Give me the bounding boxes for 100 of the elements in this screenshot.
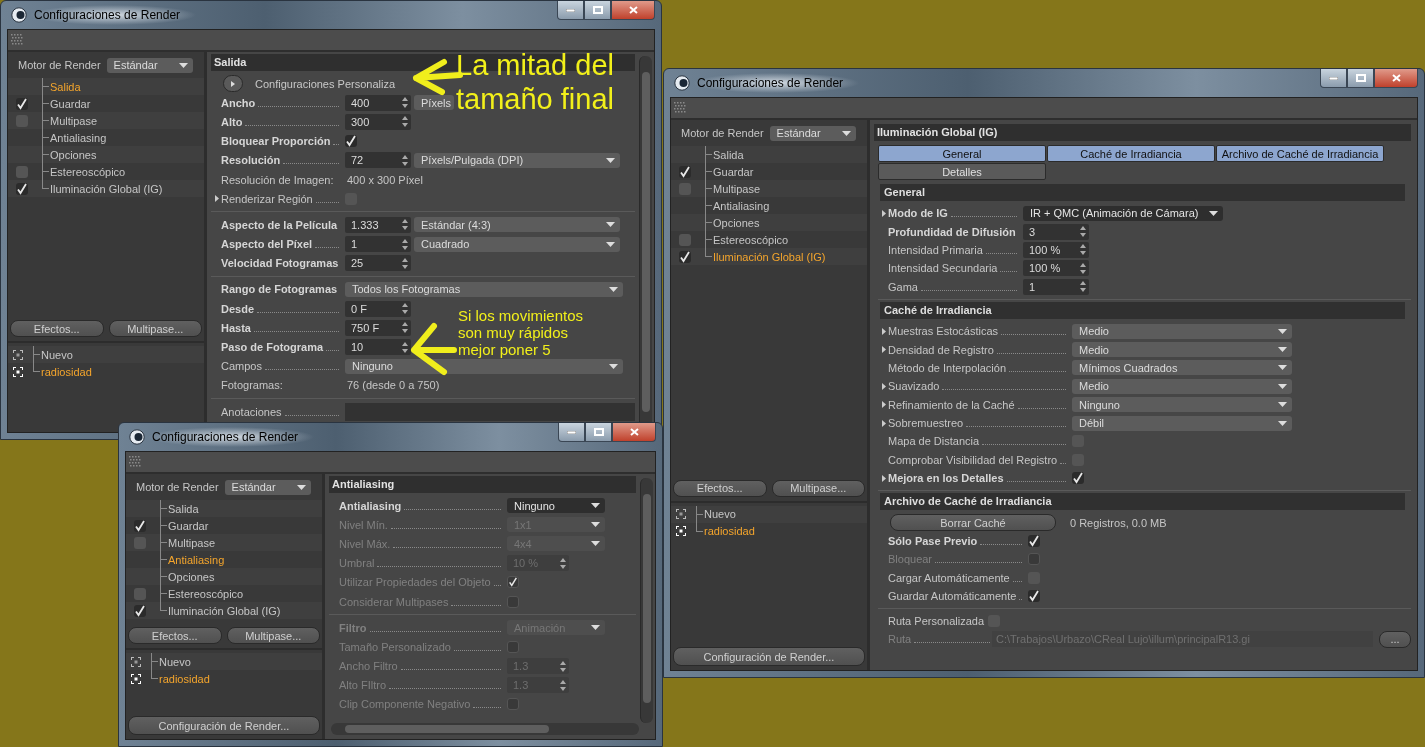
dropdown[interactable]: Medio: [1072, 323, 1292, 339]
checkbox[interactable]: [679, 233, 691, 246]
sidebar-item[interactable]: Multipase: [8, 112, 204, 129]
sidebar-item[interactable]: Antialiasing: [671, 197, 867, 214]
minimize-button[interactable]: [558, 423, 585, 442]
number-field[interactable]: 1: [345, 236, 411, 253]
close-button[interactable]: [611, 1, 655, 20]
sidebar-item[interactable]: Estereoscópico: [671, 231, 867, 248]
sidebar-item[interactable]: Iluminación Global (IG): [671, 248, 867, 265]
action-button[interactable]: Multipase...: [226, 627, 320, 644]
preset-item[interactable]: Nuevo: [671, 505, 867, 523]
field-label: Alto FIltro: [339, 679, 387, 692]
tab[interactable]: Archivo de Caché de Irradiancia: [1216, 145, 1384, 162]
dropdown[interactable]: Estándar: [224, 479, 311, 495]
sphere-icon: [674, 75, 690, 91]
dropdown[interactable]: Todos los Fotogramas: [345, 281, 623, 297]
action-button[interactable]: Multipase...: [108, 320, 202, 337]
minimize-button[interactable]: [1320, 69, 1347, 88]
sidebar-item[interactable]: Estereoscópico: [126, 585, 322, 602]
sidebar-item[interactable]: Antialiasing: [126, 551, 322, 568]
dropdown[interactable]: IR + QMC (Animación de Cámara): [1023, 205, 1223, 221]
preset-item[interactable]: Nuevo: [8, 346, 204, 363]
footer-button[interactable]: Configuración de Render...: [128, 716, 320, 735]
sidebar-item[interactable]: Salida: [8, 78, 204, 95]
sidebar-item[interactable]: Iluminación Global (IG): [126, 602, 322, 619]
caret-icon: [178, 62, 188, 68]
maximize-icon: [593, 428, 604, 436]
action-button[interactable]: Efectos...: [128, 627, 222, 644]
checkbox[interactable]: [16, 165, 28, 178]
close-button[interactable]: [1374, 69, 1418, 88]
sidebar-item[interactable]: Iluminación Global (IG): [8, 180, 204, 197]
action-button[interactable]: Multipase...: [771, 479, 865, 497]
tab[interactable]: Caché de Irradiancia: [1047, 145, 1215, 162]
spinner-icon: [402, 219, 408, 231]
maximize-button[interactable]: [585, 423, 612, 442]
preset-item[interactable]: radiosidad: [8, 363, 204, 380]
field-label: Filtro: [339, 621, 367, 634]
action-button[interactable]: Efectos...: [10, 320, 104, 337]
tab[interactable]: General: [878, 145, 1046, 162]
caret-icon: [591, 625, 600, 631]
sidebar-item[interactable]: Multipase: [126, 534, 322, 551]
number-field[interactable]: 300: [345, 113, 411, 130]
number-field[interactable]: 72: [345, 152, 411, 169]
maximize-button[interactable]: [584, 1, 611, 20]
field-label: Sobremuestreo: [888, 417, 964, 430]
sidebar-item[interactable]: Opciones: [671, 214, 867, 231]
sidebar-item[interactable]: Opciones: [8, 146, 204, 163]
field-label: Antialiasing: [339, 499, 402, 512]
dropdown[interactable]: Ninguno: [345, 358, 623, 374]
minimize-button[interactable]: [557, 1, 584, 20]
footer-button[interactable]: Configuración de Render...: [673, 647, 865, 666]
spinner-icon: [402, 97, 408, 109]
tab[interactable]: Detalles: [878, 163, 1046, 180]
sidebar-item[interactable]: Estereoscópico: [8, 163, 204, 180]
dropdown[interactable]: Medio: [1072, 342, 1292, 358]
dropdown[interactable]: Estándar: [106, 57, 193, 73]
dropdown[interactable]: Débil: [1072, 415, 1292, 431]
text-field[interactable]: [345, 402, 635, 421]
vertical-scrollbar[interactable]: [640, 478, 653, 723]
number-field[interactable]: 25: [345, 255, 411, 272]
play-button[interactable]: [223, 75, 243, 93]
group-header: General: [880, 184, 1405, 201]
sidebar-item[interactable]: Salida: [126, 500, 322, 517]
sidebar-item[interactable]: Multipase: [671, 180, 867, 197]
dropdown[interactable]: Estándar (4:3): [414, 217, 620, 233]
checkbox[interactable]: [134, 587, 146, 600]
caret-icon: [1278, 347, 1287, 353]
number-field[interactable]: 10: [345, 339, 411, 356]
dropdown[interactable]: Mínimos Cuadrados: [1072, 360, 1292, 376]
number-field[interactable]: 750 F: [345, 319, 411, 336]
preset-item[interactable]: Nuevo: [126, 653, 322, 670]
number-field[interactable]: 3: [1023, 223, 1089, 240]
number-field[interactable]: 100 %: [1023, 241, 1089, 258]
number-field[interactable]: 1: [1023, 278, 1089, 295]
dropdown[interactable]: Ninguno: [1072, 397, 1292, 413]
maximize-icon: [592, 6, 603, 14]
dropdown[interactable]: Píxels: [414, 95, 454, 111]
sidebar-item[interactable]: Opciones: [126, 568, 322, 585]
spinner-icon: [1080, 226, 1086, 238]
close-button[interactable]: [612, 423, 656, 442]
preset-item[interactable]: radiosidad: [671, 522, 867, 540]
dropdown[interactable]: Ninguno: [507, 498, 605, 514]
dropdown[interactable]: Medio: [1072, 378, 1292, 394]
number-field[interactable]: 1.333: [345, 216, 411, 233]
action-button[interactable]: Borrar Caché: [890, 514, 1056, 532]
frame-icon: [13, 366, 23, 377]
preset-item[interactable]: radiosidad: [126, 670, 322, 687]
number-field[interactable]: 0 F: [345, 300, 411, 317]
sidebar-item[interactable]: Salida: [671, 146, 867, 163]
dropdown[interactable]: Cuadrado: [414, 236, 620, 252]
dropdown[interactable]: Píxels/Pulgada (DPI): [414, 152, 620, 168]
horizontal-scrollbar[interactable]: [331, 723, 639, 735]
sidebar-item[interactable]: Antialiasing: [8, 129, 204, 146]
number-field[interactable]: 400: [345, 94, 411, 111]
minimize-icon: [567, 430, 576, 434]
grip-icon: [129, 456, 142, 468]
maximize-button[interactable]: [1347, 69, 1374, 88]
number-field[interactable]: 100 %: [1023, 260, 1089, 277]
action-button[interactable]: Efectos...: [673, 479, 767, 497]
dropdown[interactable]: Estándar: [769, 125, 856, 141]
